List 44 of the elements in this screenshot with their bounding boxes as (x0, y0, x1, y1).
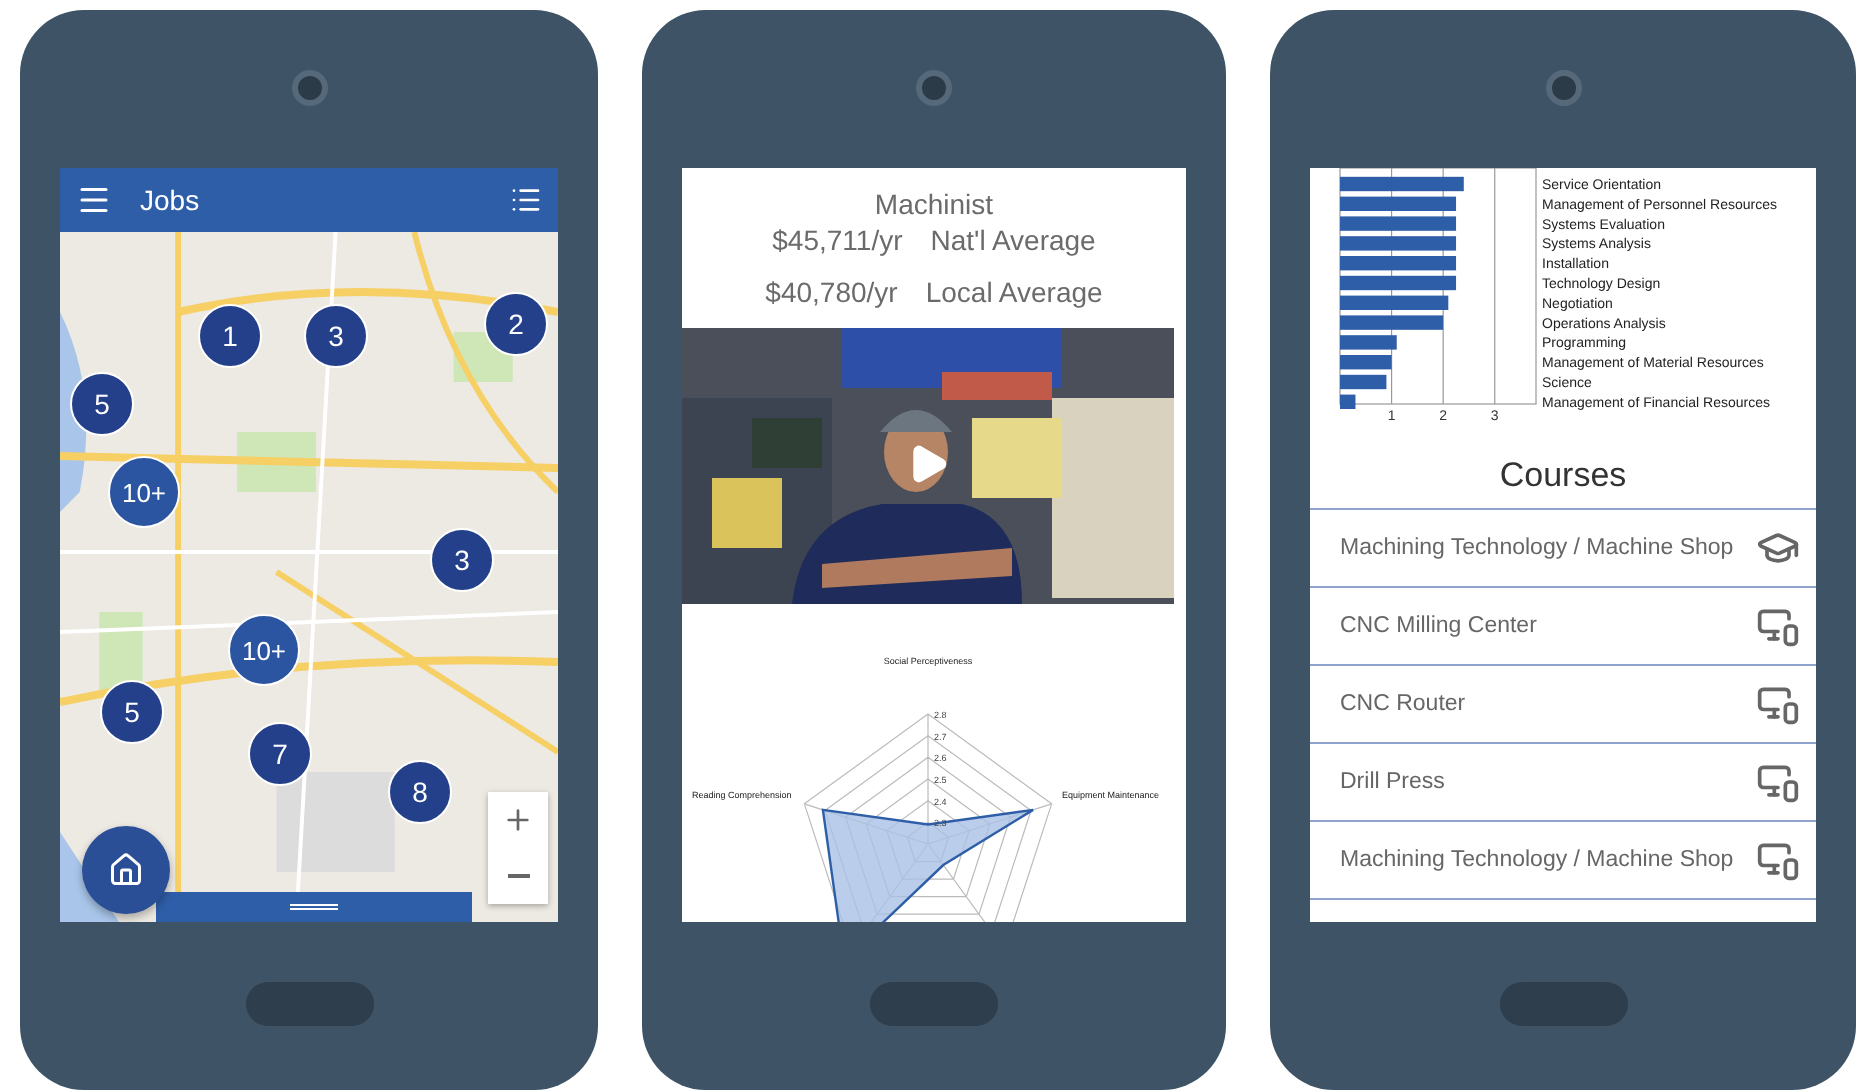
chart-bar (1340, 394, 1356, 409)
salary-amount: $40,780/yr (765, 276, 898, 308)
menu-icon[interactable] (76, 182, 112, 218)
salary-label: Nat'l Average (930, 224, 1096, 256)
plus-icon (502, 804, 534, 836)
chart-bar (1340, 216, 1457, 231)
course-name: CNC Milling Center (1340, 614, 1537, 638)
course-name: CNC Router (1340, 692, 1466, 716)
bottom-sheet-bar[interactable] (156, 892, 472, 922)
chart-bar (1340, 374, 1387, 390)
devices-icon (1756, 838, 1800, 882)
list-icon[interactable] (510, 184, 542, 216)
course-name: Machining Technology / Machine Shop (1340, 848, 1734, 872)
chart-bar (1340, 196, 1457, 211)
devices-icon (1756, 760, 1800, 804)
app-title: Jobs (140, 184, 202, 216)
salary-amount: $45,711/yr (772, 224, 903, 256)
chart-bar (1340, 176, 1464, 192)
minus-icon (507, 874, 529, 878)
chart-bar (1340, 355, 1392, 370)
devices-icon (1756, 682, 1800, 726)
course-row[interactable]: Machining Technology / Machine Shop (1310, 510, 1816, 588)
camera-icon (1545, 70, 1581, 106)
course-row[interactable]: CNC Milling Center (1310, 588, 1816, 666)
course-name: Machining Technology / Machine Shop (1340, 536, 1734, 560)
course-name: Drill Press (1340, 770, 1445, 794)
chart-bar (1340, 275, 1457, 291)
zoom-out-button[interactable] (488, 848, 548, 904)
course-row[interactable]: Drill Press (1310, 744, 1816, 822)
course-row[interactable]: CNC Router (1310, 666, 1816, 744)
chart-bar (1340, 295, 1449, 310)
zoom-in-button[interactable] (488, 792, 548, 848)
chart-bar (1340, 315, 1444, 330)
salary-label: Local Average (925, 276, 1103, 308)
course-row[interactable]: Machining Technology / Machine Shop (1310, 822, 1816, 900)
camera-icon (291, 70, 327, 106)
job-title: Machinist (872, 188, 996, 220)
chart-bar (1340, 335, 1397, 350)
devices-icon (1756, 604, 1800, 648)
camera-icon (916, 70, 952, 106)
chart-bar (1340, 256, 1457, 271)
section-title: Courses (1310, 424, 1816, 510)
chart-bar (1340, 236, 1457, 251)
home-icon (108, 852, 144, 888)
